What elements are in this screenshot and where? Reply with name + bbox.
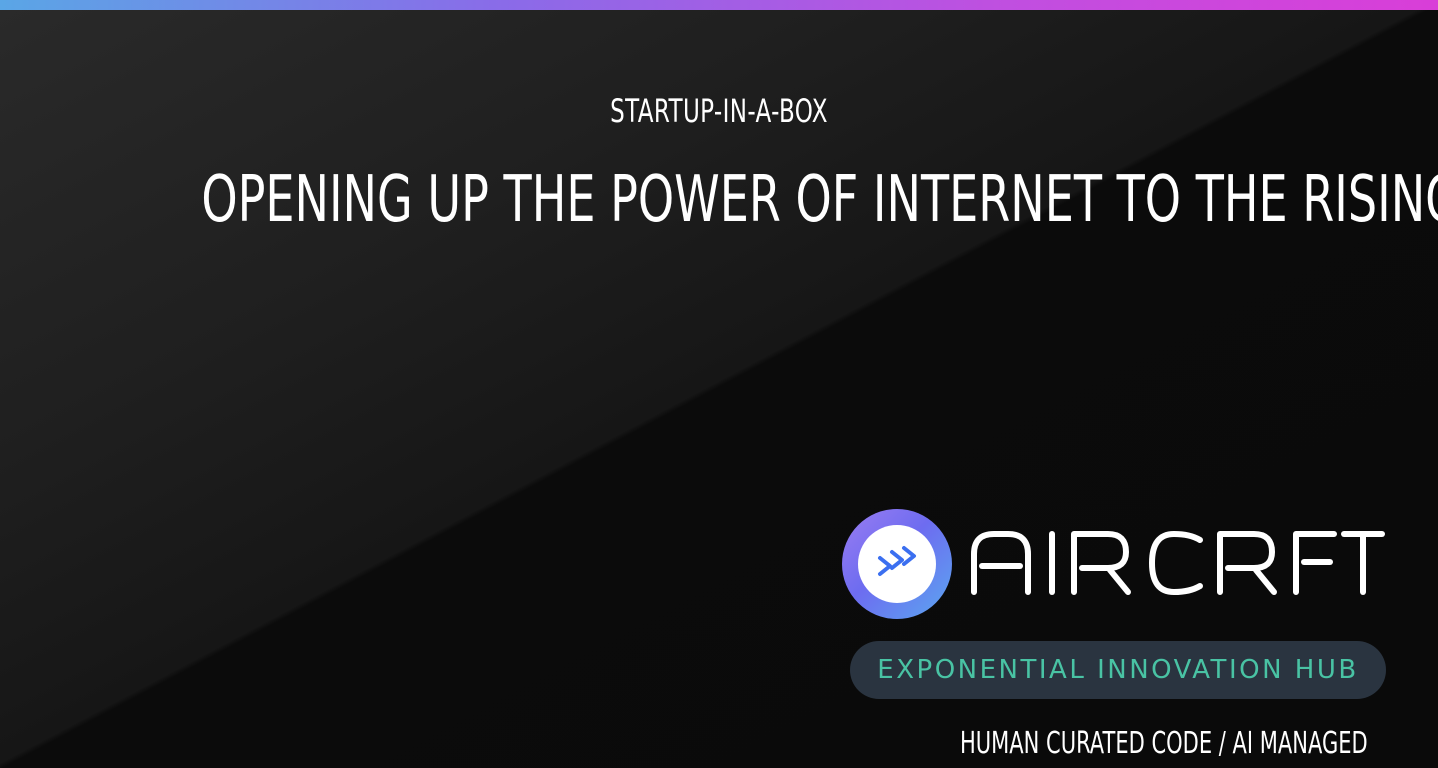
kicker-text: STARTUP-IN-A-BOX (610, 92, 828, 130)
innovation-hub-badge: EXPONENTIAL INNOVATION HUB (850, 641, 1386, 699)
badge-label: EXPONENTIAL INNOVATION HUB (877, 655, 1359, 685)
logo-inner-circle (858, 525, 936, 603)
headline: OPENING UP THE POWER OF INTERNET TO THE … (201, 163, 1438, 237)
aircrft-logo (842, 509, 952, 619)
tagline: HUMAN CURATED CODE / AI MANAGED (960, 726, 1368, 761)
triple-chevron-right-icon (878, 546, 916, 576)
slide: STARTUP-IN-A-BOX OPENING UP THE POWER OF… (0, 0, 1438, 768)
aircrft-wordmark (971, 531, 1385, 595)
gradient-top-bar (0, 0, 1438, 10)
